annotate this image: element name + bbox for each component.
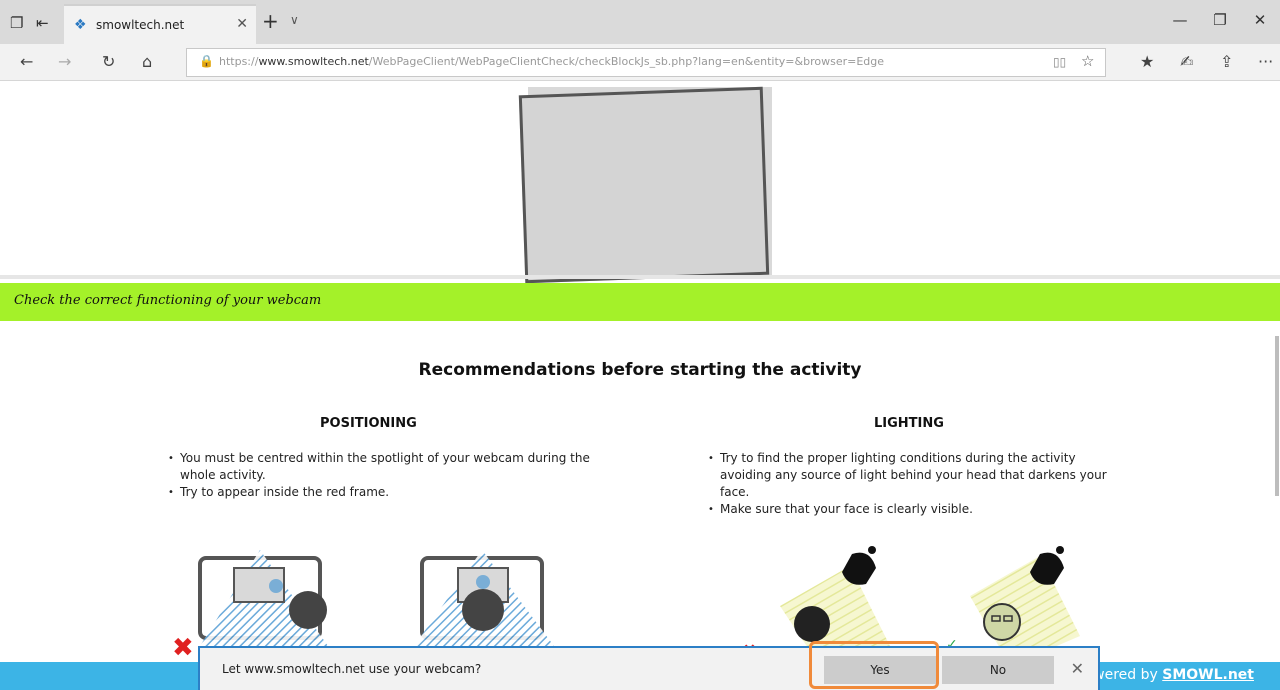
webcam-preview-frame [518,86,770,284]
positioning-list: You must be centred within the spotlight… [168,450,598,501]
lock-icon: 🔒 [199,54,214,68]
favorite-star-icon[interactable]: ☆ [1081,52,1094,70]
more-icon[interactable]: ··· [1258,52,1273,71]
list-item: Try to appear inside the red frame. [168,484,598,501]
web-page: Check the correct functioning of your we… [0,81,1280,690]
new-tab-button[interactable]: + [262,9,279,33]
refresh-icon[interactable]: ↻ [102,52,115,71]
back-icon[interactable]: ← [20,52,33,71]
webcam-check-banner: Check the correct functioning of your we… [0,283,1280,321]
browser-tab[interactable]: ❖ smowltech.net ✕ [64,4,256,46]
banner-text: Check the correct functioning of your we… [14,293,322,308]
powered-by-text: wered by SMOWL.net [1093,667,1254,683]
tab-overview-icon[interactable]: ❐ [10,14,23,32]
set-aside-tabs-icon[interactable]: ⇤ [36,14,49,32]
list-item: You must be centred within the spotlight… [168,450,598,484]
navigation-bar: ← → ↻ ⌂ 🔒 https://www.smowltech.net/WebP… [0,44,1280,81]
positioning-title: POSITIONING [320,416,417,431]
deny-webcam-button[interactable]: No [942,656,1054,684]
share-icon[interactable]: ⇪ [1220,52,1233,71]
list-item: Make sure that your face is clearly visi… [708,501,1128,518]
title-bar: ❐ ⇤ ❖ smowltech.net ✕ + ∨ — ❐ ✕ [0,0,1280,46]
reading-view-icon[interactable]: ▯▯ [1053,55,1066,69]
yes-button-highlight [809,641,939,689]
list-item: Try to find the proper lighting conditio… [708,450,1128,501]
smowl-link[interactable]: SMOWL.net [1162,667,1254,683]
close-prompt-icon[interactable]: ✕ [1071,659,1084,678]
page-heading: Recommendations before starting the acti… [418,360,862,380]
minimize-button[interactable]: — [1160,11,1200,29]
restore-button[interactable]: ❐ [1200,11,1240,29]
divider [0,275,1280,279]
web-notes-icon[interactable]: ✍ [1180,52,1193,71]
tab-list-chevron-icon[interactable]: ∨ [290,13,299,27]
forward-icon[interactable]: → [58,52,71,71]
close-window-button[interactable]: ✕ [1240,11,1280,29]
lighting-list: Try to find the proper lighting conditio… [708,450,1128,518]
home-icon[interactable]: ⌂ [142,52,152,71]
lighting-title: LIGHTING [874,416,944,431]
site-favicon-icon: ❖ [74,17,87,33]
tab-close-icon[interactable]: ✕ [236,16,248,32]
url-text: https://www.smowltech.net/WebPageClient/… [219,55,885,68]
address-bar[interactable]: 🔒 https://www.smowltech.net/WebPageClien… [186,48,1106,77]
wrong-cross-icon: ✖ [172,633,194,663]
tab-title: smowltech.net [96,18,185,32]
permission-message: Let www.smowltech.net use your webcam? [222,662,482,676]
webcam-permission-prompt: Let www.smowltech.net use your webcam? Y… [198,641,1100,690]
favorites-list-icon[interactable]: ★ [1140,52,1154,71]
